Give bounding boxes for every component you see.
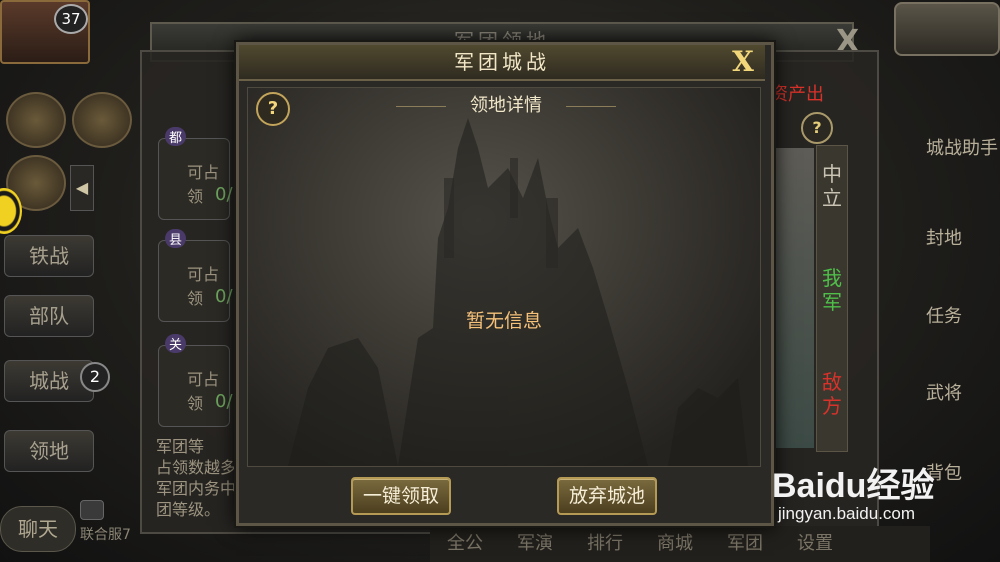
city-card-county[interactable]: 县 可占领 0/ xyxy=(158,229,233,322)
right-menu-fief[interactable]: 封地 xyxy=(916,190,998,250)
left-menu-item-2[interactable]: 部队 xyxy=(4,295,94,337)
bottom-nav-item[interactable]: 设置 xyxy=(780,526,850,562)
bottom-nav-item[interactable]: 全公 xyxy=(430,526,500,562)
divider xyxy=(566,106,616,107)
siege-modal: 军团城战 X ? 领地详情 暂无信息 一键领取 放弃城池 xyxy=(236,42,774,526)
close-icon[interactable]: X xyxy=(723,46,763,78)
top-right-button[interactable] xyxy=(894,2,1000,56)
divider xyxy=(396,106,446,107)
baidu-jingyan-logo: Baidu经验 xyxy=(772,467,935,505)
city-card-capital[interactable]: 都 可占领 0/ xyxy=(158,127,233,220)
abandon-city-button[interactable]: 放弃城池 xyxy=(557,477,657,515)
recharge-icon[interactable] xyxy=(6,92,66,148)
territory-map[interactable] xyxy=(770,148,814,448)
server-text: 联合服7 xyxy=(80,527,131,543)
left-menu-item-4[interactable]: 领地 xyxy=(4,430,94,472)
territory-detail-area: ? 领地详情 暂无信息 xyxy=(247,87,761,467)
right-menu-general[interactable]: 武将 xyxy=(916,345,998,405)
modal-title: 军团城战 xyxy=(454,50,550,74)
gift-icon[interactable] xyxy=(72,92,132,148)
section-header: 领地详情 xyxy=(396,94,616,118)
player-level-badge: 37 xyxy=(54,4,88,34)
under-desc-2: 占领数越多 xyxy=(156,458,237,477)
help-icon[interactable]: ? xyxy=(256,92,290,126)
castle-illustration xyxy=(288,118,748,466)
section-title: 领地详情 xyxy=(470,95,542,116)
under-desc-4: 团等级。 xyxy=(156,500,221,519)
legend-neutral: 中立 xyxy=(822,162,842,210)
bottom-nav: 全公 军演 排行 商城 军团 设置 xyxy=(430,526,930,562)
bottom-nav-item[interactable]: 商城 xyxy=(640,526,710,562)
collapse-arrow-icon[interactable]: ◀ xyxy=(70,165,94,211)
claim-all-button[interactable]: 一键领取 xyxy=(351,477,451,515)
empty-state-message: 暂无信息 xyxy=(465,310,542,332)
map-legend: 中立 我军 敌方 xyxy=(816,145,848,452)
chat-channel-icon xyxy=(80,500,104,520)
right-menu-task[interactable]: 任务 xyxy=(916,268,998,328)
under-desc-1: 军团等 xyxy=(156,437,205,456)
left-menu-item-1[interactable]: 铁战 xyxy=(4,235,94,277)
modal-title-bar: 军团城战 X xyxy=(239,45,765,81)
under-help-icon[interactable]: ? xyxy=(801,112,833,144)
right-menu-siege-helper[interactable]: 城战助手 xyxy=(916,100,998,160)
under-desc-3: 军团内务中 xyxy=(156,479,237,498)
bottom-nav-item[interactable]: 军团 xyxy=(710,526,780,562)
watermark: Baidu经验 jingyan.baidu.com xyxy=(772,458,935,523)
resource-output-label: 资产出 xyxy=(770,84,824,105)
legend-ours: 我军 xyxy=(822,266,842,314)
bottom-nav-item[interactable]: 军演 xyxy=(500,526,570,562)
left-menu-badge: 2 xyxy=(80,362,110,392)
city-card-pass[interactable]: 关 可占领 0/ xyxy=(158,334,233,427)
bottom-nav-item[interactable]: 排行 xyxy=(570,526,640,562)
chat-button[interactable]: 聊天 xyxy=(0,506,76,552)
legend-enemy: 敌方 xyxy=(822,370,842,418)
watermark-url: jingyan.baidu.com xyxy=(778,504,916,523)
